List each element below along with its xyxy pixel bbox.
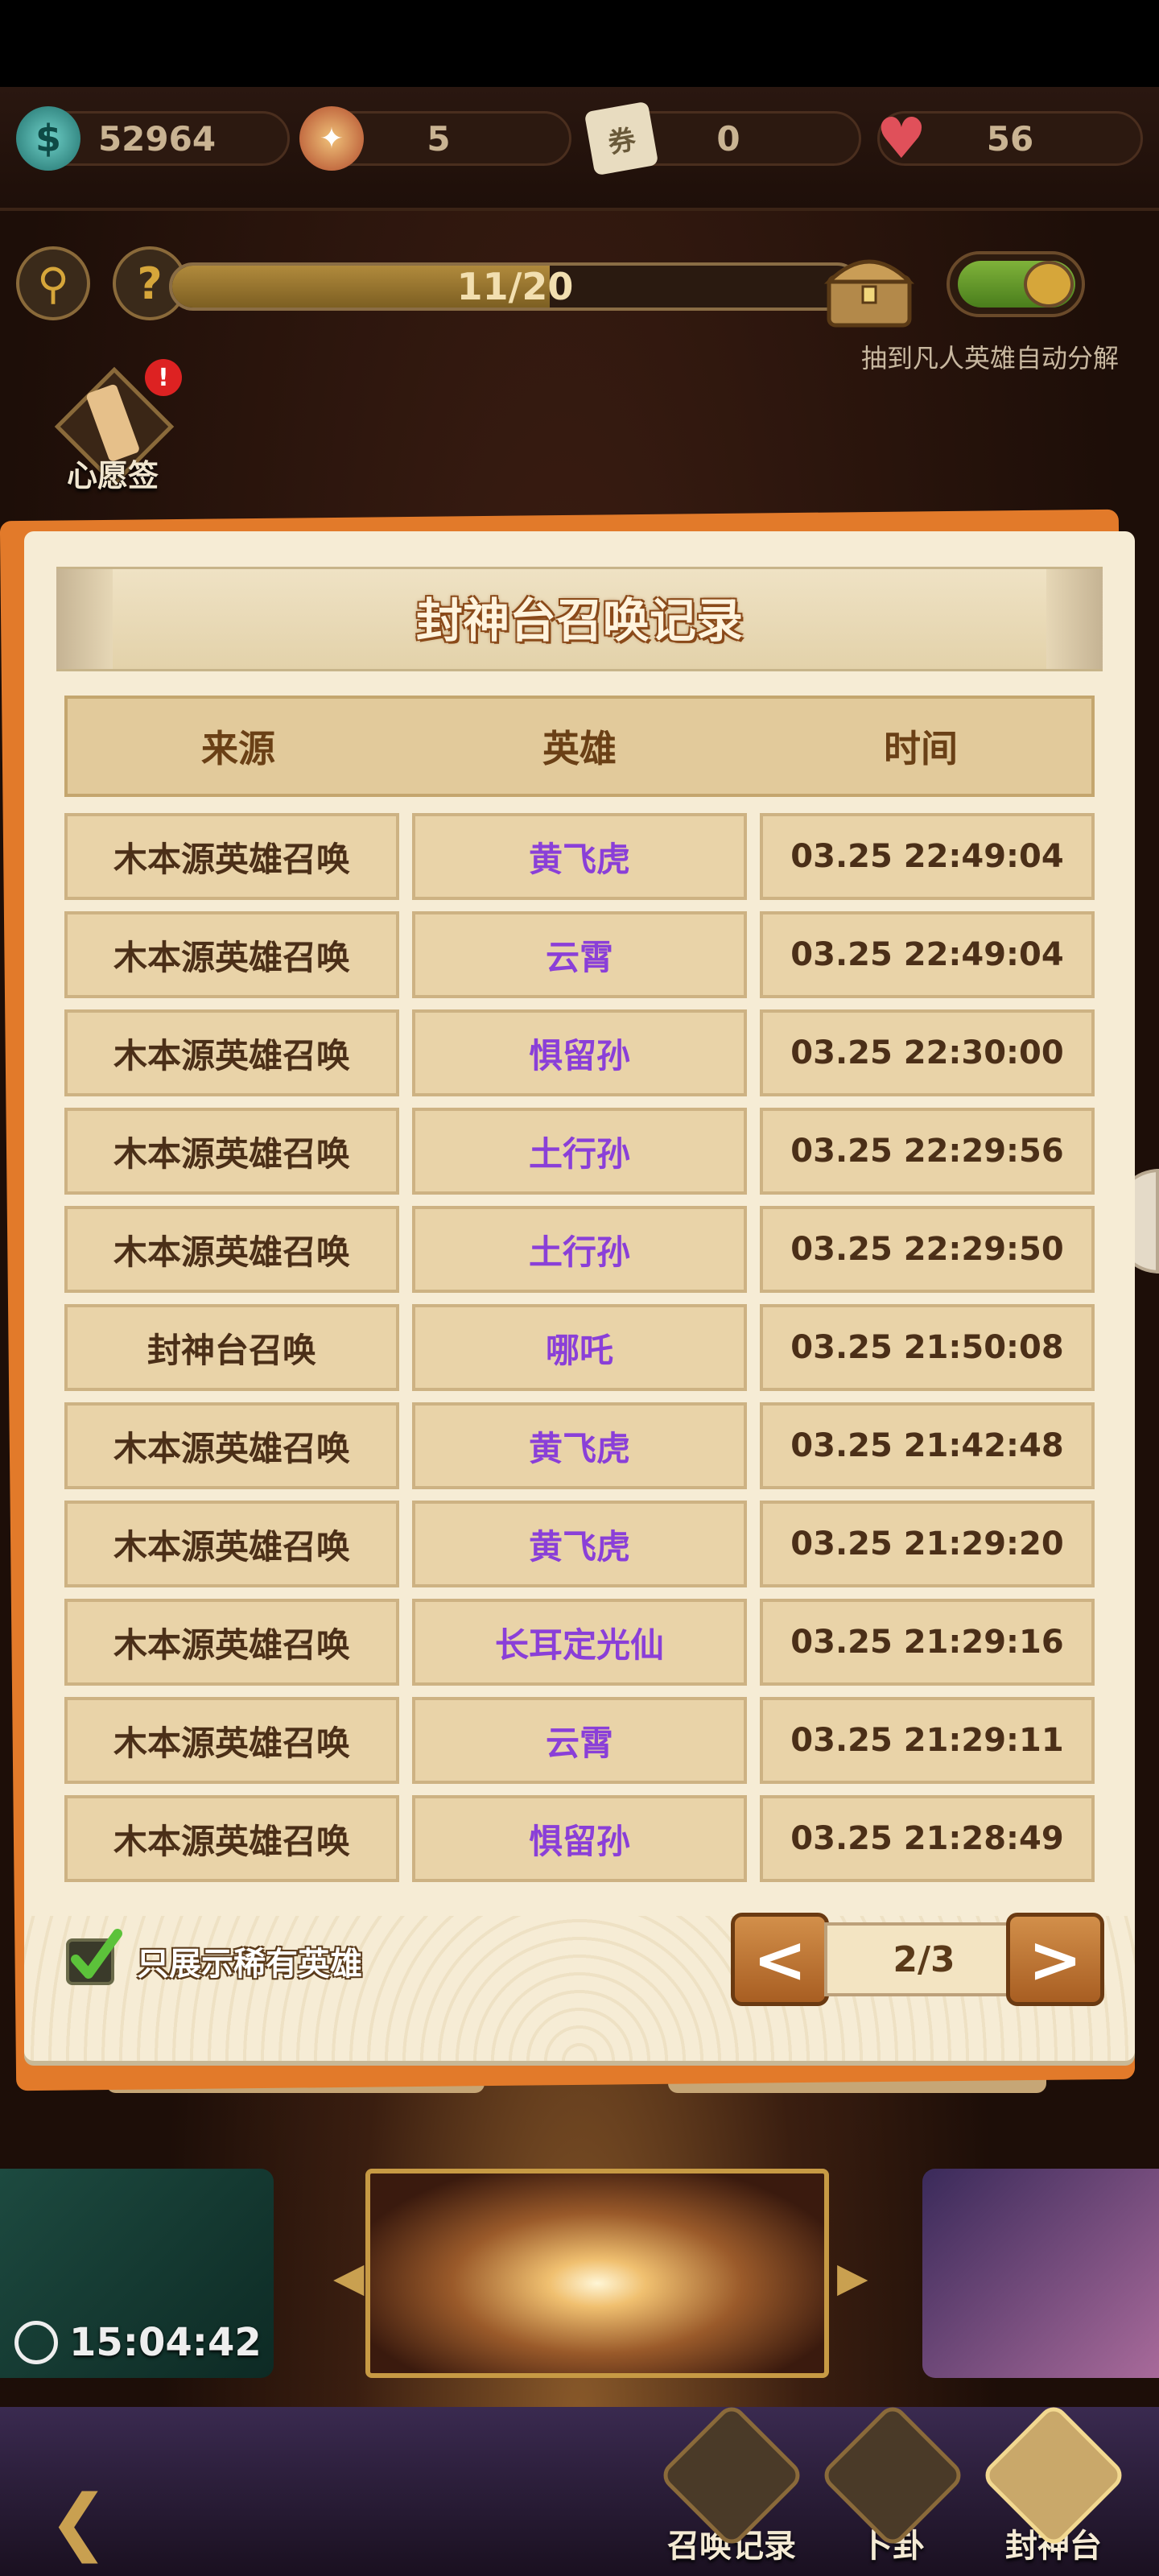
record-hero-cell[interactable]: 长耳定光仙 — [412, 1599, 747, 1686]
ticket-scroll-icon: 券 — [584, 101, 659, 176]
table-row: 木本源英雄召唤 黄飞虎 03.25 21:42:48 — [64, 1402, 1095, 1489]
record-hero-cell[interactable]: 哪吒 — [412, 1304, 747, 1391]
record-hero-cell[interactable]: 云霄 — [412, 911, 747, 998]
record-time-cell: 03.25 22:30:00 — [760, 1009, 1095, 1096]
treasure-chest-icon[interactable] — [821, 242, 918, 330]
banner-right[interactable] — [922, 2169, 1159, 2378]
only-rare-checkbox[interactable] — [64, 1929, 122, 1987]
column-source: 来源 — [201, 727, 275, 770]
jade-coin-icon: $ — [16, 106, 80, 171]
hero-token-icon: ✦ — [299, 106, 364, 171]
page-indicator: 2/3 — [824, 1922, 1024, 1996]
record-hero-cell[interactable]: 黄飞虎 — [412, 1402, 747, 1489]
prev-page-button[interactable]: < — [731, 1913, 829, 2006]
table-row: 木本源英雄召唤 云霄 03.25 22:49:04 — [64, 911, 1095, 998]
record-source-cell: 木本源英雄召唤 — [64, 1501, 399, 1587]
table-row: 木本源英雄召唤 惧留孙 03.25 21:28:49 — [64, 1795, 1095, 1882]
record-source-cell: 木本源英雄召唤 — [64, 911, 399, 998]
bagua-icon — [819, 2401, 967, 2549]
table-row: 木本源英雄召唤 土行孙 03.25 22:29:50 — [64, 1206, 1095, 1293]
record-source-cell: 木本源英雄召唤 — [64, 1402, 399, 1489]
record-source-cell: 木本源英雄召唤 — [64, 1697, 399, 1784]
record-time-cell: 03.25 21:29:16 — [760, 1599, 1095, 1686]
record-time-cell: 03.25 22:49:04 — [760, 813, 1095, 900]
record-hero-cell[interactable]: 惧留孙 — [412, 1795, 747, 1882]
record-source-cell: 木本源英雄召唤 — [64, 1108, 399, 1195]
record-hero-cell[interactable]: 云霄 — [412, 1697, 747, 1784]
auto-decompose-toggle[interactable] — [947, 251, 1085, 317]
record-time-cell: 03.25 21:50:08 — [760, 1304, 1095, 1391]
auto-decompose-label: 抽到凡人英雄自动分解 — [860, 343, 1119, 374]
record-time-cell: 03.25 22:49:04 — [760, 911, 1095, 998]
table-row: 木本源英雄召唤 黄飞虎 03.25 22:49:04 — [64, 813, 1095, 900]
record-hero-cell[interactable]: 土行孙 — [412, 1108, 747, 1195]
table-row: 木本源英雄召唤 惧留孙 03.25 22:30:00 — [64, 1009, 1095, 1096]
record-time-cell: 03.25 21:28:49 — [760, 1795, 1095, 1882]
back-arrow-icon[interactable]: ❮ — [48, 2479, 109, 2564]
clock-icon — [14, 2321, 58, 2364]
record-time-cell: 03.25 22:29:50 — [760, 1206, 1095, 1293]
altar-icon — [980, 2401, 1128, 2549]
table-row: 木本源英雄召唤 黄飞虎 03.25 21:29:20 — [64, 1501, 1095, 1587]
progress-text: 11/20 — [456, 265, 574, 308]
record-time-cell: 03.25 22:29:56 — [760, 1108, 1095, 1195]
event-timer: 15:04:42 — [14, 2318, 272, 2367]
record-time-cell: 03.25 21:29:11 — [760, 1697, 1095, 1784]
toggle-knob — [1024, 261, 1074, 308]
altar-button[interactable]: 封神台 — [980, 2401, 1128, 2576]
record-hero-cell[interactable]: 黄飞虎 — [412, 1501, 747, 1587]
record-time-cell: 03.25 21:29:20 — [760, 1501, 1095, 1587]
dialog-title: 封神台召唤记录 — [415, 593, 743, 648]
arrow-left-icon[interactable]: ◀ — [333, 2254, 364, 2301]
table-row: 木本源英雄召唤 云霄 03.25 21:29:11 — [64, 1697, 1095, 1784]
record-hero-cell[interactable]: 黄飞虎 — [412, 813, 747, 900]
record-source-cell: 木本源英雄召唤 — [64, 813, 399, 900]
record-source-cell: 木本源英雄召唤 — [64, 1795, 399, 1882]
arrow-right-icon[interactable]: ▶ — [837, 2254, 868, 2301]
wish-alert-badge: ! — [145, 359, 182, 396]
next-page-button[interactable]: > — [1006, 1913, 1104, 2006]
record-time-cell: 03.25 21:42:48 — [760, 1402, 1095, 1489]
table-row: 封神台召唤 哪吒 03.25 21:50:08 — [64, 1304, 1095, 1391]
wish-tag-label[interactable]: 心愿签 — [32, 451, 193, 499]
only-rare-label[interactable]: 只展示稀有英雄 — [137, 1937, 459, 1985]
timer-text: 15:04:42 — [69, 2320, 262, 2365]
resource-token-value: 5 — [427, 118, 451, 159]
summon-record-button[interactable]: 召唤记录 — [658, 2401, 806, 2576]
search-icon[interactable]: ⚲ — [16, 246, 90, 320]
column-hero: 英雄 — [542, 727, 617, 770]
table-row: 木本源英雄召唤 土行孙 03.25 22:29:56 — [64, 1108, 1095, 1195]
record-source-cell: 木本源英雄召唤 — [64, 1599, 399, 1686]
heart-icon: ♥ — [876, 105, 927, 171]
record-hero-cell[interactable]: 土行孙 — [412, 1206, 747, 1293]
record-source-cell: 木本源英雄召唤 — [64, 1206, 399, 1293]
divination-button[interactable]: 卜卦 — [819, 2401, 967, 2576]
record-source-cell: 木本源英雄召唤 — [64, 1009, 399, 1096]
resource-bar: 52964 $ 5 ✦ 0 券 56 ♥ — [0, 87, 1159, 211]
banner-center-vortex[interactable] — [365, 2169, 829, 2378]
table-row: 木本源英雄召唤 长耳定光仙 03.25 21:29:16 — [64, 1599, 1095, 1686]
summon-record-dialog: 封神台召唤记录 来源 英雄 时间 木本源英雄召唤 黄飞虎 03.25 22:49:0… — [24, 531, 1135, 2061]
column-time: 时间 — [884, 727, 958, 770]
table-header: 来源 英雄 时间 — [64, 696, 1095, 797]
resource-heart-value: 56 — [986, 118, 1034, 159]
record-source-cell: 封神台召唤 — [64, 1304, 399, 1391]
record-hero-cell[interactable]: 惧留孙 — [412, 1009, 747, 1096]
resource-ticket-value: 0 — [716, 118, 740, 159]
resource-jade-value: 52964 — [97, 118, 217, 159]
status-bar — [0, 0, 1159, 87]
